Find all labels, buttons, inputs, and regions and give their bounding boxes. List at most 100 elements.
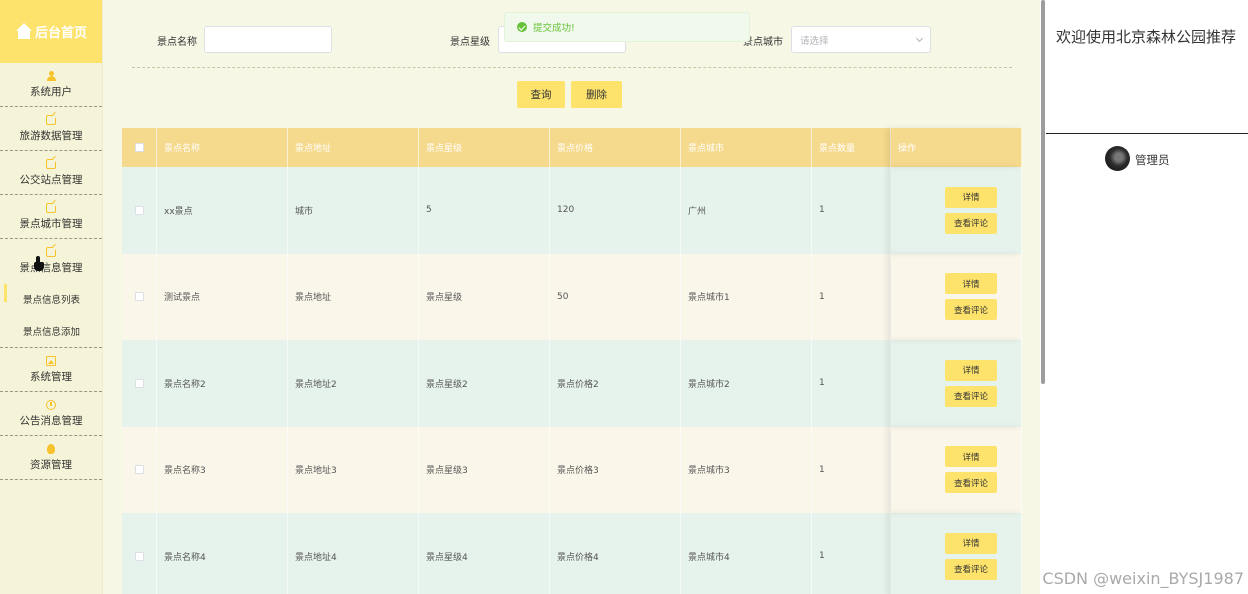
column-header: 景点星级 — [419, 128, 550, 167]
detail-button[interactable]: 详情 — [945, 359, 997, 381]
view-comments-button[interactable]: 查看评论 — [945, 558, 997, 580]
table-cell: 城市 — [288, 167, 419, 254]
table-cell: 50 — [550, 253, 681, 340]
column-header: 景点价格 — [550, 128, 681, 167]
table-cell: 广州 — [681, 167, 812, 254]
table-cell: 景点名称2 — [157, 340, 288, 427]
sidebar-item-system-management[interactable]: 系统管理 — [0, 348, 102, 392]
column-header: 景点名称 — [157, 128, 288, 167]
row-checkbox[interactable] — [134, 551, 144, 561]
sidebar-item-bus-stops[interactable]: 公交站点管理 — [0, 151, 102, 195]
row-checkbox[interactable] — [134, 292, 144, 302]
brand-title: 后台首页 — [34, 26, 87, 41]
sidebar-item-system-users[interactable]: 系统用户 — [0, 63, 102, 107]
bulb-icon — [47, 443, 55, 454]
sidebar: 后台首页 系统用户 旅游数据管理 公交站点管理 景点城市管理 景点信息管理 景点… — [0, 0, 103, 594]
chevron-down-icon — [915, 34, 924, 43]
star-filter-label: 景点星级 — [450, 37, 490, 48]
view-comments-button[interactable]: 查看评论 — [945, 385, 997, 407]
view-comments-button[interactable]: 查看评论 — [945, 299, 997, 321]
row-checkbox[interactable] — [134, 205, 144, 215]
home-icon — [15, 23, 32, 40]
brand-home-link[interactable]: 后台首页 — [0, 0, 102, 63]
sidebar-item-label: 资源管理 — [30, 458, 72, 471]
city-filter-placeholder: 请选择 — [800, 35, 829, 47]
table-cell: 1 — [812, 340, 891, 427]
table-row: 景点名称2 景点地址2 景点星级2 景点价格2 景点城市2 1 详情 查看评论 — [122, 340, 1022, 427]
hand-cursor-icon — [34, 256, 45, 272]
table-cell: 景点星级4 — [419, 513, 550, 594]
table-cell: 1 — [812, 253, 891, 340]
table-cell: 景点价格4 — [550, 513, 681, 594]
main-scrollbar-thumb[interactable] — [1041, 0, 1045, 384]
sidebar-item-label: 旅游数据管理 — [19, 129, 83, 142]
edit-icon — [46, 158, 56, 169]
table-cell: 景点名称4 — [157, 513, 288, 594]
table-cell: 测试景点 — [157, 253, 288, 340]
image-icon — [46, 355, 56, 366]
table-row: xx景点 城市 5 120 广州 1 详情 查看评论 — [122, 167, 1022, 254]
table-cell: 景点星级3 — [419, 426, 550, 513]
table-row: 景点名称3 景点地址3 景点星级3 景点价格3 景点城市3 1 详情 查看评论 — [122, 426, 1022, 513]
current-user-name[interactable]: 管理员 — [1135, 152, 1170, 168]
detail-button[interactable]: 详情 — [945, 273, 997, 295]
table-cell: 120 — [550, 167, 681, 254]
name-filter-label: 景点名称 — [157, 37, 197, 48]
sidebar-item-label: 公交站点管理 — [19, 173, 83, 186]
welcome-title: 欢迎使用北京森林公园推荐 — [1056, 28, 1237, 46]
sidebar-item-travel-data[interactable]: 旅游数据管理 — [0, 107, 102, 151]
info-icon — [46, 399, 56, 410]
table-row: 测试景点 景点地址 景点星级 50 景点城市1 1 详情 查看评论 — [122, 253, 1022, 340]
table-cell: 5 — [419, 167, 550, 254]
column-header: 操作 — [891, 128, 1022, 167]
user-icon — [46, 70, 56, 81]
row-actions: 详情 查看评论 — [891, 340, 1022, 427]
sidebar-subitem-spot-list[interactable]: 景点信息列表 — [0, 283, 102, 315]
sidebar-subitem-spot-add[interactable]: 景点信息添加 — [0, 315, 102, 347]
select-all-checkbox[interactable] — [134, 143, 144, 152]
row-actions: 详情 查看评论 — [891, 253, 1022, 340]
city-filter-select[interactable]: 请选择 — [791, 26, 931, 53]
right-panel-divider — [1046, 133, 1248, 134]
detail-button[interactable]: 详情 — [945, 446, 997, 468]
spot-info-submenu: 景点信息列表 景点信息添加 — [0, 283, 102, 348]
table-cell: 1 — [812, 513, 891, 594]
table-cell: 景点名称3 — [157, 426, 288, 513]
avatar[interactable] — [1105, 146, 1130, 171]
sidebar-item-resources[interactable]: 资源管理 — [0, 436, 102, 480]
row-select-cell — [122, 167, 157, 254]
view-comments-button[interactable]: 查看评论 — [945, 472, 997, 494]
detail-button[interactable]: 详情 — [945, 532, 997, 554]
table-cell: 景点城市2 — [681, 340, 812, 427]
row-checkbox[interactable] — [134, 378, 144, 388]
table-cell: 景点地址2 — [288, 340, 419, 427]
table-cell: 景点地址 — [288, 253, 419, 340]
watermark: CSDN @weixin_BYSJ1987 — [1042, 569, 1244, 588]
success-toast: 提交成功! — [504, 12, 750, 42]
sidebar-item-label: 景点城市管理 — [19, 217, 83, 230]
sidebar-item-label: 系统管理 — [30, 370, 72, 383]
table-cell: 景点城市1 — [681, 253, 812, 340]
edit-icon — [46, 114, 56, 125]
query-button[interactable]: 查询 — [517, 81, 565, 108]
name-filter-input[interactable] — [204, 26, 332, 53]
column-header: 景点数量 — [812, 128, 891, 167]
column-header: 景点城市 — [681, 128, 812, 167]
row-checkbox[interactable] — [134, 465, 144, 475]
right-panel: 欢迎使用北京森林公园推荐 管理员 — [1046, 0, 1248, 594]
check-circle-icon — [517, 22, 527, 32]
delete-button[interactable]: 删除 — [571, 81, 622, 108]
table-cell: 景点价格2 — [550, 340, 681, 427]
table-cell: 景点星级2 — [419, 340, 550, 427]
view-comments-button[interactable]: 查看评论 — [945, 212, 997, 234]
table-cell: 景点城市4 — [681, 513, 812, 594]
column-header: 景点地址 — [288, 128, 419, 167]
table-cell: 景点城市3 — [681, 426, 812, 513]
sidebar-item-spot-info[interactable]: 景点信息管理 — [0, 239, 102, 283]
sidebar-item-spot-cities[interactable]: 景点城市管理 — [0, 195, 102, 239]
edit-icon — [46, 202, 56, 213]
detail-button[interactable]: 详情 — [945, 186, 997, 208]
sidebar-item-label: 系统用户 — [30, 85, 72, 98]
sidebar-item-announcements[interactable]: 公告消息管理 — [0, 392, 102, 436]
row-actions: 详情 查看评论 — [891, 167, 1022, 254]
